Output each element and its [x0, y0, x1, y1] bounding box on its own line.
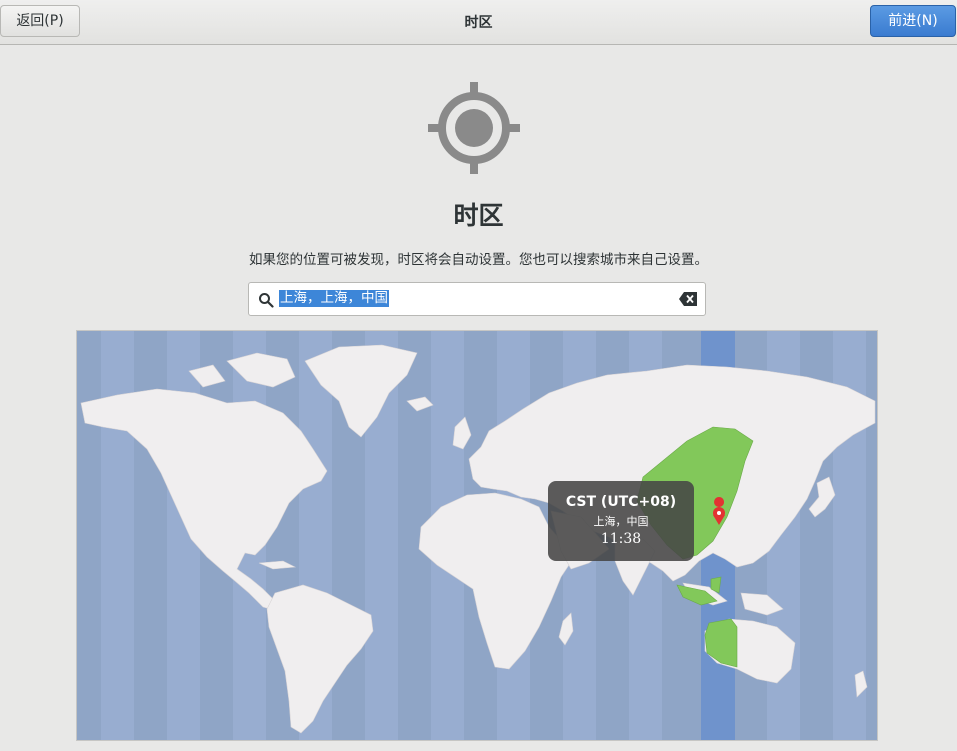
description-text: 如果您的位置可被发现，时区将会自动设置。您也可以搜索城市来自己设置。 [249, 252, 708, 268]
search-icon [259, 293, 274, 308]
world-map[interactable] [77, 331, 878, 741]
header-bar: 返回(P) 时区 前进(N) [0, 0, 957, 45]
search-field[interactable]: 上海，上海，中国 [248, 282, 706, 316]
timezone-map[interactable] [76, 330, 878, 741]
land [80, 344, 876, 734]
location-crosshair-icon [428, 82, 520, 174]
next-button[interactable]: 前进(N) [870, 5, 956, 37]
tooltip-timezone: CST (UTC+08) [565, 494, 677, 510]
tooltip-time: 11:38 [600, 531, 642, 547]
clear-icon[interactable] [679, 292, 697, 306]
search-input[interactable]: 上海，上海，中国 [279, 290, 389, 307]
timezone-tooltip: CST (UTC+08) 上海，中国 11:38 [548, 481, 694, 561]
page-title: 时区 [453, 201, 504, 230]
header-title: 时区 [464, 15, 493, 31]
tooltip-location: 上海，中国 [593, 515, 649, 528]
